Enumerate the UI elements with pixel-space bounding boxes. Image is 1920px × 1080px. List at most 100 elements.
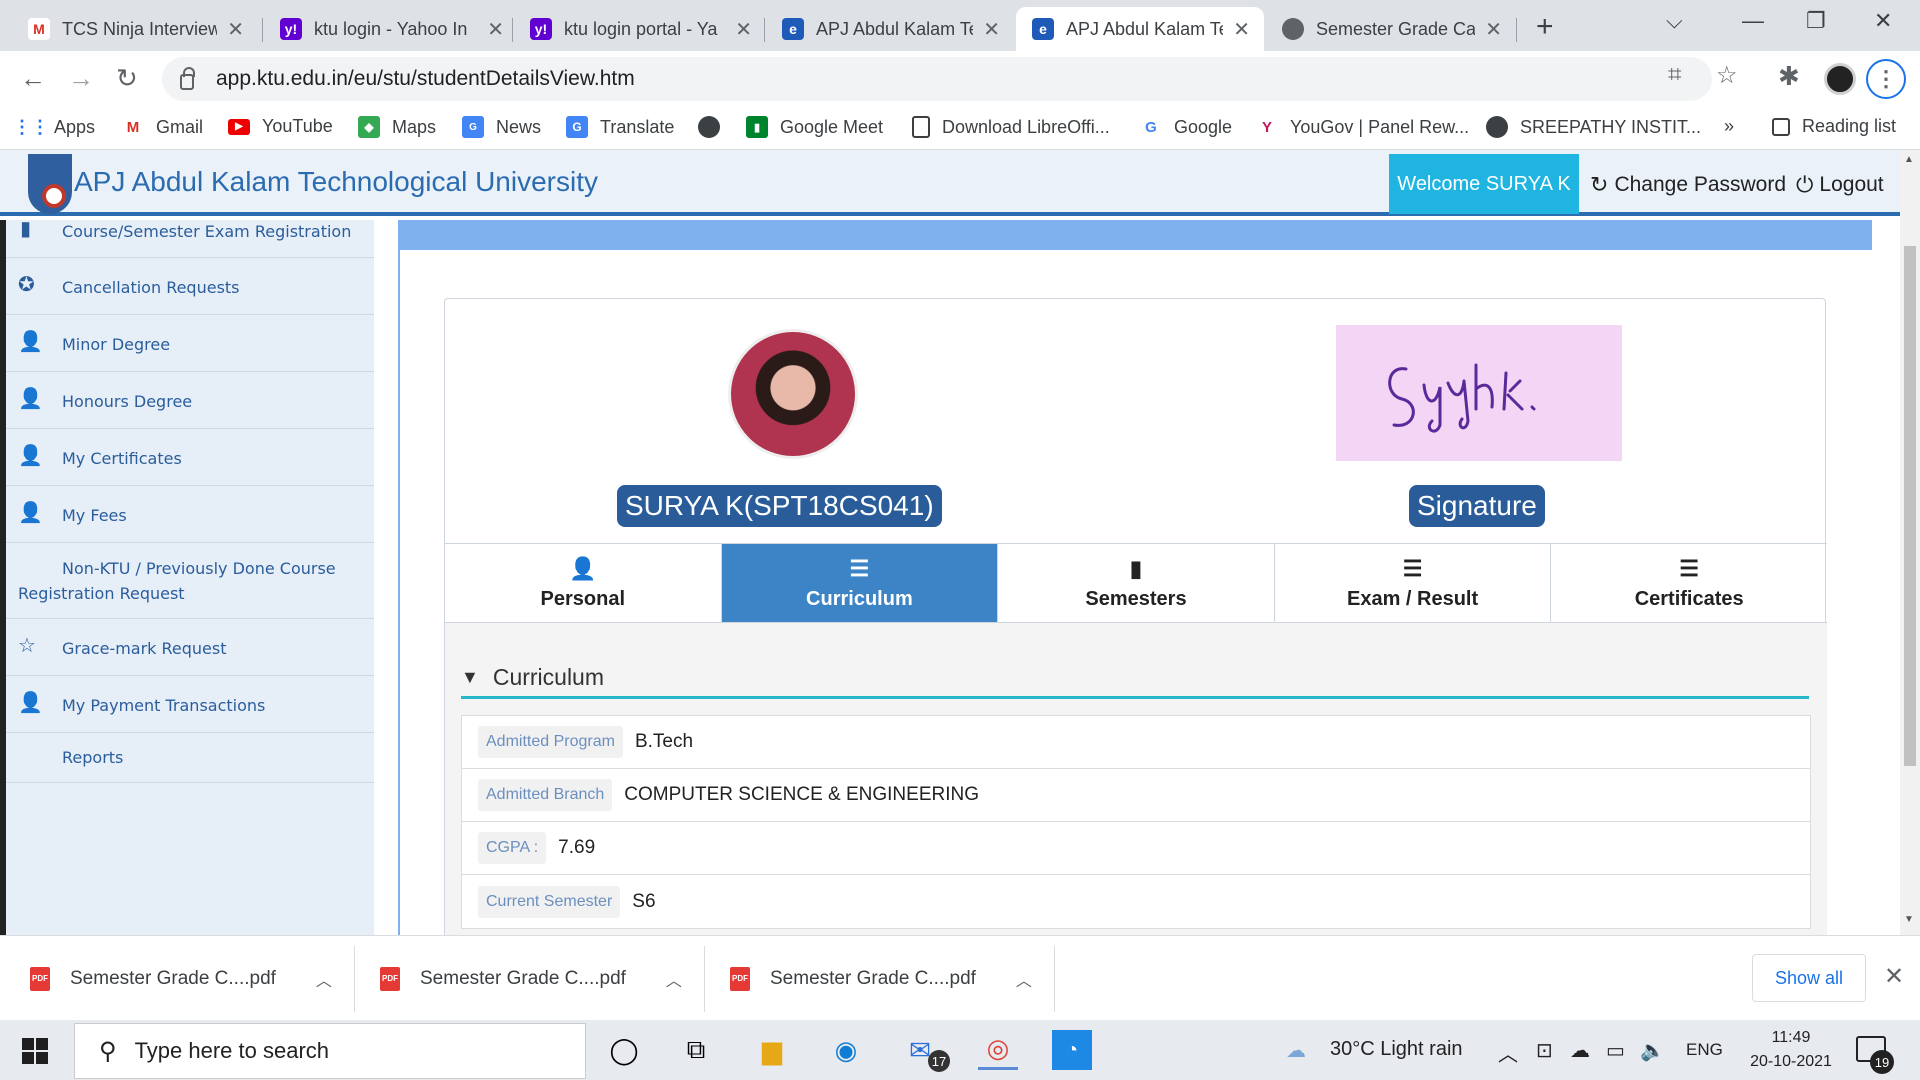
bookmark-yougov[interactable]: Y YouGov | Panel Rew... xyxy=(1256,116,1469,138)
sidebar-item-exam-registration[interactable]: ▮ Course/Semester Exam Registration xyxy=(6,216,374,258)
download-item[interactable]: PDF Semester Grade C....pdf ︿ xyxy=(30,936,332,1021)
meet-now-icon[interactable]: ⊡ xyxy=(1536,1038,1553,1063)
close-icon[interactable]: ✕ xyxy=(1884,962,1904,991)
sidebar-item-non-ktu-course[interactable]: Non-KTU / Previously Done Course Registr… xyxy=(6,543,374,619)
close-icon[interactable]: ✕ xyxy=(735,17,752,42)
sidebar-item-payment-transactions[interactable]: 👤 My Payment Transactions xyxy=(6,676,374,733)
restore-icon[interactable]: ❐ xyxy=(1806,8,1826,34)
sidebar-item-grace-mark[interactable]: ☆ Grace-mark Request xyxy=(6,619,374,676)
cortana-icon[interactable]: ◯ xyxy=(604,1030,644,1070)
browser-tab-active[interactable]: e APJ Abdul Kalam Te ✕ xyxy=(1016,7,1264,51)
gmail-icon: M xyxy=(126,118,140,136)
bookmark-news[interactable]: G News xyxy=(462,116,541,138)
scroll-down-arrow-icon[interactable]: ▼ xyxy=(1904,914,1914,925)
weather-text[interactable]: 30°C Light rain xyxy=(1330,1038,1463,1061)
reload-icon[interactable]: ↻ xyxy=(116,63,138,94)
profile-avatar[interactable] xyxy=(1824,63,1856,95)
browser-tab[interactable]: Semester Grade Ca ✕ xyxy=(1266,7,1516,51)
translate-icon[interactable]: ⌗ xyxy=(1668,61,1682,89)
bookmark-globe[interactable] xyxy=(698,116,732,138)
browser-tab[interactable]: y! ktu login - Yahoo In ✕ xyxy=(264,7,518,51)
browser-tab[interactable]: e APJ Abdul Kalam Te ✕ xyxy=(766,7,1014,51)
window-close-icon[interactable]: ✕ xyxy=(1874,8,1892,34)
url-text: app.ktu.edu.in/eu/stu/studentDetailsView… xyxy=(216,67,635,90)
address-bar[interactable]: app.ktu.edu.in/eu/stu/studentDetailsView… xyxy=(162,57,1712,101)
logout-link[interactable]: ⏻ Logout xyxy=(1796,172,1884,198)
scrollbar-thumb[interactable] xyxy=(1904,246,1916,766)
edge-icon[interactable]: ◉ xyxy=(826,1030,866,1070)
bookmarks-overflow[interactable]: » xyxy=(1724,116,1734,137)
bookmark-translate[interactable]: G Translate xyxy=(566,116,674,138)
tab-certificates[interactable]: ☰ Certificates xyxy=(1551,544,1827,622)
close-icon[interactable]: ✕ xyxy=(983,17,1000,42)
sidebar-item-fees[interactable]: 👤 My Fees xyxy=(6,486,374,543)
extensions-icon[interactable]: ✱ xyxy=(1778,61,1800,92)
browser-tab[interactable]: y! ktu login portal - Ya ✕ xyxy=(514,7,766,51)
windows-start-icon[interactable] xyxy=(22,1038,48,1064)
bookmarks-bar: ⋮⋮ Apps M Gmail ▶ YouTube ◆ Maps G News … xyxy=(0,106,1920,150)
bookmark-google[interactable]: G Google xyxy=(1140,116,1232,138)
app-icon[interactable]: ◔ xyxy=(1052,1030,1092,1070)
download-item[interactable]: PDF Semester Grade C....pdf ︿ xyxy=(380,936,682,1021)
sidebar-item-reports[interactable]: Reports xyxy=(6,733,374,783)
bookmark-google-meet[interactable]: ▮ Google Meet xyxy=(746,116,883,138)
taskbar-search-box[interactable]: ⚲ Type here to search xyxy=(74,1023,586,1079)
close-icon[interactable]: ✕ xyxy=(1485,17,1502,42)
new-tab-button[interactable]: + xyxy=(1536,10,1554,44)
signature-badge: Signature xyxy=(1409,485,1545,527)
minimize-icon[interactable]: — xyxy=(1742,8,1764,34)
chevron-up-icon[interactable]: ︿ xyxy=(1498,1038,1518,1067)
tab-personal[interactable]: 👤 Personal xyxy=(445,544,722,622)
list-icon: ☰ xyxy=(1679,555,1700,581)
chrome-icon[interactable]: ◎ xyxy=(978,1030,1018,1070)
download-item[interactable]: PDF Semester Grade C....pdf ︿ xyxy=(730,936,1032,1021)
bookmark-apps[interactable]: ⋮⋮ Apps xyxy=(13,116,95,138)
logout-label: Logout xyxy=(1819,173,1884,196)
sidebar-item-cancellation[interactable]: ✪ Cancellation Requests xyxy=(6,258,374,315)
battery-icon[interactable]: ▭ xyxy=(1606,1038,1625,1063)
chevron-up-icon[interactable]: ︿ xyxy=(1016,967,1032,991)
scroll-up-arrow-icon[interactable]: ▲ xyxy=(1904,154,1914,165)
task-view-icon[interactable]: ⧉ xyxy=(676,1030,716,1070)
network-icon[interactable]: ☁ xyxy=(1570,1038,1590,1063)
welcome-user[interactable]: Welcome SURYA K xyxy=(1389,154,1579,214)
reading-list[interactable]: Reading list xyxy=(1772,116,1896,137)
show-all-button[interactable]: Show all xyxy=(1752,954,1866,1002)
change-password-link[interactable]: ↻ Change Password xyxy=(1590,172,1786,198)
sidebar-item-minor-degree[interactable]: 👤 Minor Degree xyxy=(6,315,374,372)
lock-icon xyxy=(180,67,195,90)
forward-icon[interactable]: → xyxy=(68,63,94,94)
browser-tab[interactable]: M TCS Ninja Interview ✕ xyxy=(0,7,258,51)
back-icon[interactable]: ← xyxy=(20,63,46,94)
weather-icon[interactable]: ☁ xyxy=(1286,1038,1306,1063)
chevron-up-icon[interactable]: ︿ xyxy=(316,967,332,991)
bookmark-sreepathy[interactable]: SREEPATHY INSTIT... xyxy=(1486,116,1701,138)
tab-separator xyxy=(512,18,513,42)
clock[interactable]: 11:49 20-10-2021 xyxy=(1748,1026,1834,1074)
tab-semesters[interactable]: ▮ Semesters xyxy=(998,544,1275,622)
sidebar-item-honours-degree[interactable]: 👤 Honours Degree xyxy=(6,372,374,429)
bookmark-maps[interactable]: ◆ Maps xyxy=(358,116,436,138)
tab-search-icon[interactable]: ⌵ xyxy=(1666,8,1683,34)
page-scrollbar[interactable]: ▲ ▼ xyxy=(1900,150,1920,935)
bookmark-youtube[interactable]: ▶ YouTube xyxy=(228,116,333,137)
file-explorer-icon[interactable]: ▆ xyxy=(752,1030,792,1070)
browser-menu-icon[interactable]: ⋮ xyxy=(1866,59,1906,99)
bookmark-star-icon[interactable]: ☆ xyxy=(1716,61,1738,90)
language-indicator[interactable]: ENG xyxy=(1686,1040,1723,1060)
curriculum-section-header[interactable]: ▼ Curriculum xyxy=(461,659,1809,699)
tab-curriculum[interactable]: ☰ Curriculum xyxy=(721,544,999,622)
bookmark-gmail[interactable]: M Gmail xyxy=(122,116,203,138)
tab-exam-result[interactable]: ☰ Exam / Result xyxy=(1275,544,1552,622)
download-separator xyxy=(704,946,705,1012)
close-icon[interactable]: ✕ xyxy=(227,17,244,42)
close-icon[interactable]: ✕ xyxy=(487,17,504,42)
notification-center-icon[interactable]: 19 xyxy=(1856,1036,1894,1074)
close-icon[interactable]: ✕ xyxy=(1233,17,1250,42)
chevron-up-icon[interactable]: ︿ xyxy=(666,967,682,991)
volume-icon[interactable]: 🔈 xyxy=(1640,1038,1665,1063)
site-title[interactable]: APJ Abdul Kalam Technological University xyxy=(74,166,598,198)
sidebar-item-certificates[interactable]: 👤 My Certificates xyxy=(6,429,374,486)
bookmark-libreoffice[interactable]: Download LibreOffi... xyxy=(912,116,1110,138)
reading-list-label: Reading list xyxy=(1802,116,1897,136)
